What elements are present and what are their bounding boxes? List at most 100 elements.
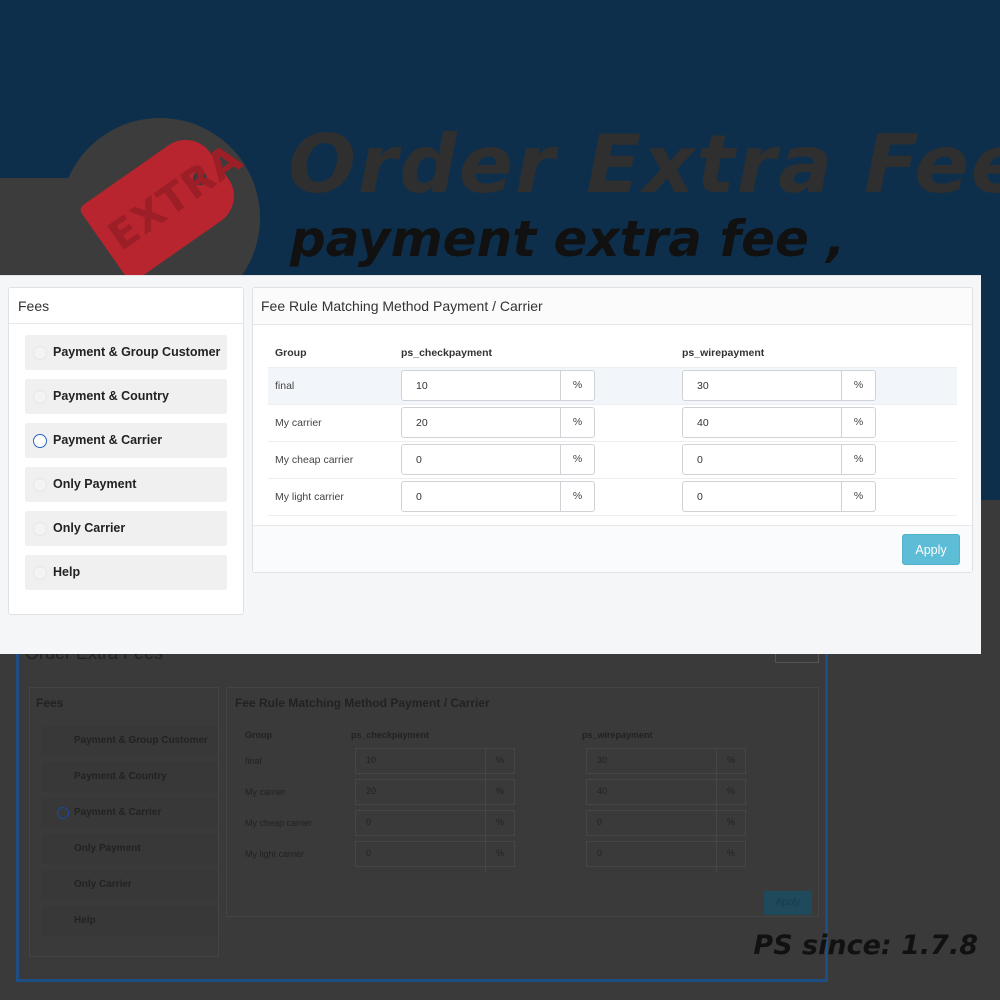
ghost-col-header: ps_wirepayment	[582, 730, 653, 740]
fees-panel-title: Fees	[9, 288, 243, 324]
ghost-col-header: Group	[245, 730, 272, 740]
background-ui-preview: Order Extra Fees Fees Payment & Group Cu…	[16, 640, 828, 982]
ghost-input: 40	[586, 779, 746, 810]
fee-percent-input[interactable]	[683, 408, 842, 437]
fee-input-group: %	[401, 444, 595, 475]
fee-percent-input[interactable]	[402, 371, 561, 400]
fee-percent-input[interactable]	[402, 482, 561, 511]
cell: %	[675, 478, 957, 516]
fee-option-label: Help	[53, 565, 81, 579]
version-label: PS since: 1.7.8	[753, 930, 978, 961]
fee-percent-input[interactable]	[683, 482, 842, 511]
cell: %	[394, 441, 675, 479]
percent-addon: %	[560, 408, 594, 437]
ghost-input: 20	[355, 779, 515, 810]
table-row: My cheap carrier % %	[268, 441, 957, 479]
fee-rule-panel: Fee Rule Matching Method Payment / Carri…	[252, 287, 973, 573]
ghost-fee-item: Only Carrier	[42, 870, 218, 900]
radio-icon[interactable]	[33, 478, 47, 492]
fee-option-label: Payment & Carrier	[53, 433, 163, 447]
cell: %	[675, 367, 957, 405]
row-group-label: My carrier	[268, 404, 394, 442]
radio-icon[interactable]	[33, 390, 47, 404]
fee-percent-input[interactable]	[402, 445, 561, 474]
ghost-input: 0	[355, 810, 515, 841]
fee-option-only-carrier[interactable]: Only Carrier	[25, 511, 227, 546]
fee-input-group: %	[682, 444, 876, 475]
apply-button[interactable]: Apply	[902, 534, 960, 565]
ghost-input: 10	[355, 748, 515, 779]
ghost-row-label: My carrier	[245, 787, 285, 797]
cell: %	[394, 478, 675, 516]
fee-input-group: %	[401, 481, 595, 512]
row-group-label: My cheap carrier	[268, 441, 394, 479]
banner-title: Order Extra Fees	[288, 118, 1000, 211]
ghost-row-label: My cheap carrier	[245, 818, 313, 828]
ghost-row-label: final	[245, 756, 262, 766]
ghost-fee-item: Help	[42, 906, 218, 936]
banner-subtitle: payment extra fee ,	[290, 210, 846, 268]
ghost-col-header: ps_checkpayment	[351, 730, 430, 740]
table-row: My carrier % %	[268, 404, 957, 442]
percent-addon: %	[841, 371, 875, 400]
fee-rule-table: Group ps_checkpayment ps_wirepayment fin…	[268, 339, 957, 516]
ghost-row-label: My light carrier	[245, 849, 305, 859]
fees-panel: Fees Payment & Group Customer Payment & …	[8, 287, 244, 615]
fee-option-label: Only Payment	[53, 477, 137, 491]
cell: %	[675, 404, 957, 442]
percent-addon: %	[841, 445, 875, 474]
fee-percent-input[interactable]	[402, 408, 561, 437]
fee-option-only-payment[interactable]: Only Payment	[25, 467, 227, 502]
table-row: My light carrier % %	[268, 478, 957, 516]
fee-input-group: %	[682, 407, 876, 438]
ghost-fees-panel: Fees Payment & Group Customer Payment & …	[29, 687, 219, 957]
ghost-input: 0	[355, 841, 515, 872]
ghost-input: 30	[586, 748, 746, 779]
ghost-fee-item: Only Payment	[42, 834, 218, 864]
percent-addon: %	[560, 445, 594, 474]
radio-icon[interactable]	[33, 566, 47, 580]
cell: %	[675, 441, 957, 479]
fee-option-payment-group-customer[interactable]: Payment & Group Customer	[25, 335, 227, 370]
ghost-fee-item: Payment & Group Customer	[42, 726, 218, 756]
percent-addon: %	[841, 482, 875, 511]
ghost-fees-title: Fees	[36, 696, 64, 710]
fee-percent-input[interactable]	[683, 371, 842, 400]
radio-icon[interactable]	[33, 346, 47, 360]
fee-option-label: Only Carrier	[53, 521, 126, 535]
col-header-wirepayment: ps_wirepayment	[675, 339, 957, 368]
fee-option-label: Payment & Country	[53, 389, 169, 403]
ghost-rule-panel: Fee Rule Matching Method Payment / Carri…	[226, 687, 819, 917]
table-header-row: Group ps_checkpayment ps_wirepayment	[268, 339, 957, 368]
ghost-apply-button: Apply	[764, 891, 812, 915]
fee-input-group: %	[401, 407, 595, 438]
fee-option-payment-country[interactable]: Payment & Country	[25, 379, 227, 414]
percent-addon: %	[560, 371, 594, 400]
fee-option-payment-carrier[interactable]: Payment & Carrier	[25, 423, 227, 458]
row-group-label: My light carrier	[268, 478, 394, 516]
table-row: final % %	[268, 367, 957, 405]
fee-option-label: Payment & Group Customer	[53, 345, 221, 359]
row-group-label: final	[268, 367, 394, 405]
admin-ui: Fees Payment & Group Customer Payment & …	[0, 275, 981, 654]
col-header-checkpayment: ps_checkpayment	[394, 339, 675, 368]
cell: %	[394, 404, 675, 442]
radio-icon[interactable]	[33, 522, 47, 536]
ghost-input: 0	[586, 841, 746, 872]
fee-input-group: %	[682, 370, 876, 401]
fee-option-help[interactable]: Help	[25, 555, 227, 590]
cell: %	[394, 367, 675, 405]
radio-selected-icon[interactable]	[33, 434, 47, 448]
fee-input-group: %	[682, 481, 876, 512]
fee-input-group: %	[401, 370, 595, 401]
ghost-input: 0	[586, 810, 746, 841]
fee-percent-input[interactable]	[683, 445, 842, 474]
col-header-group: Group	[268, 339, 394, 368]
percent-addon: %	[841, 408, 875, 437]
percent-addon: %	[560, 482, 594, 511]
panel-footer: Apply	[253, 525, 972, 572]
fee-rule-panel-title: Fee Rule Matching Method Payment / Carri…	[253, 288, 972, 325]
ghost-fee-item: Payment & Country	[42, 762, 218, 792]
ghost-fee-item: Payment & Carrier	[42, 798, 218, 828]
ghost-rule-title: Fee Rule Matching Method Payment / Carri…	[235, 696, 490, 710]
